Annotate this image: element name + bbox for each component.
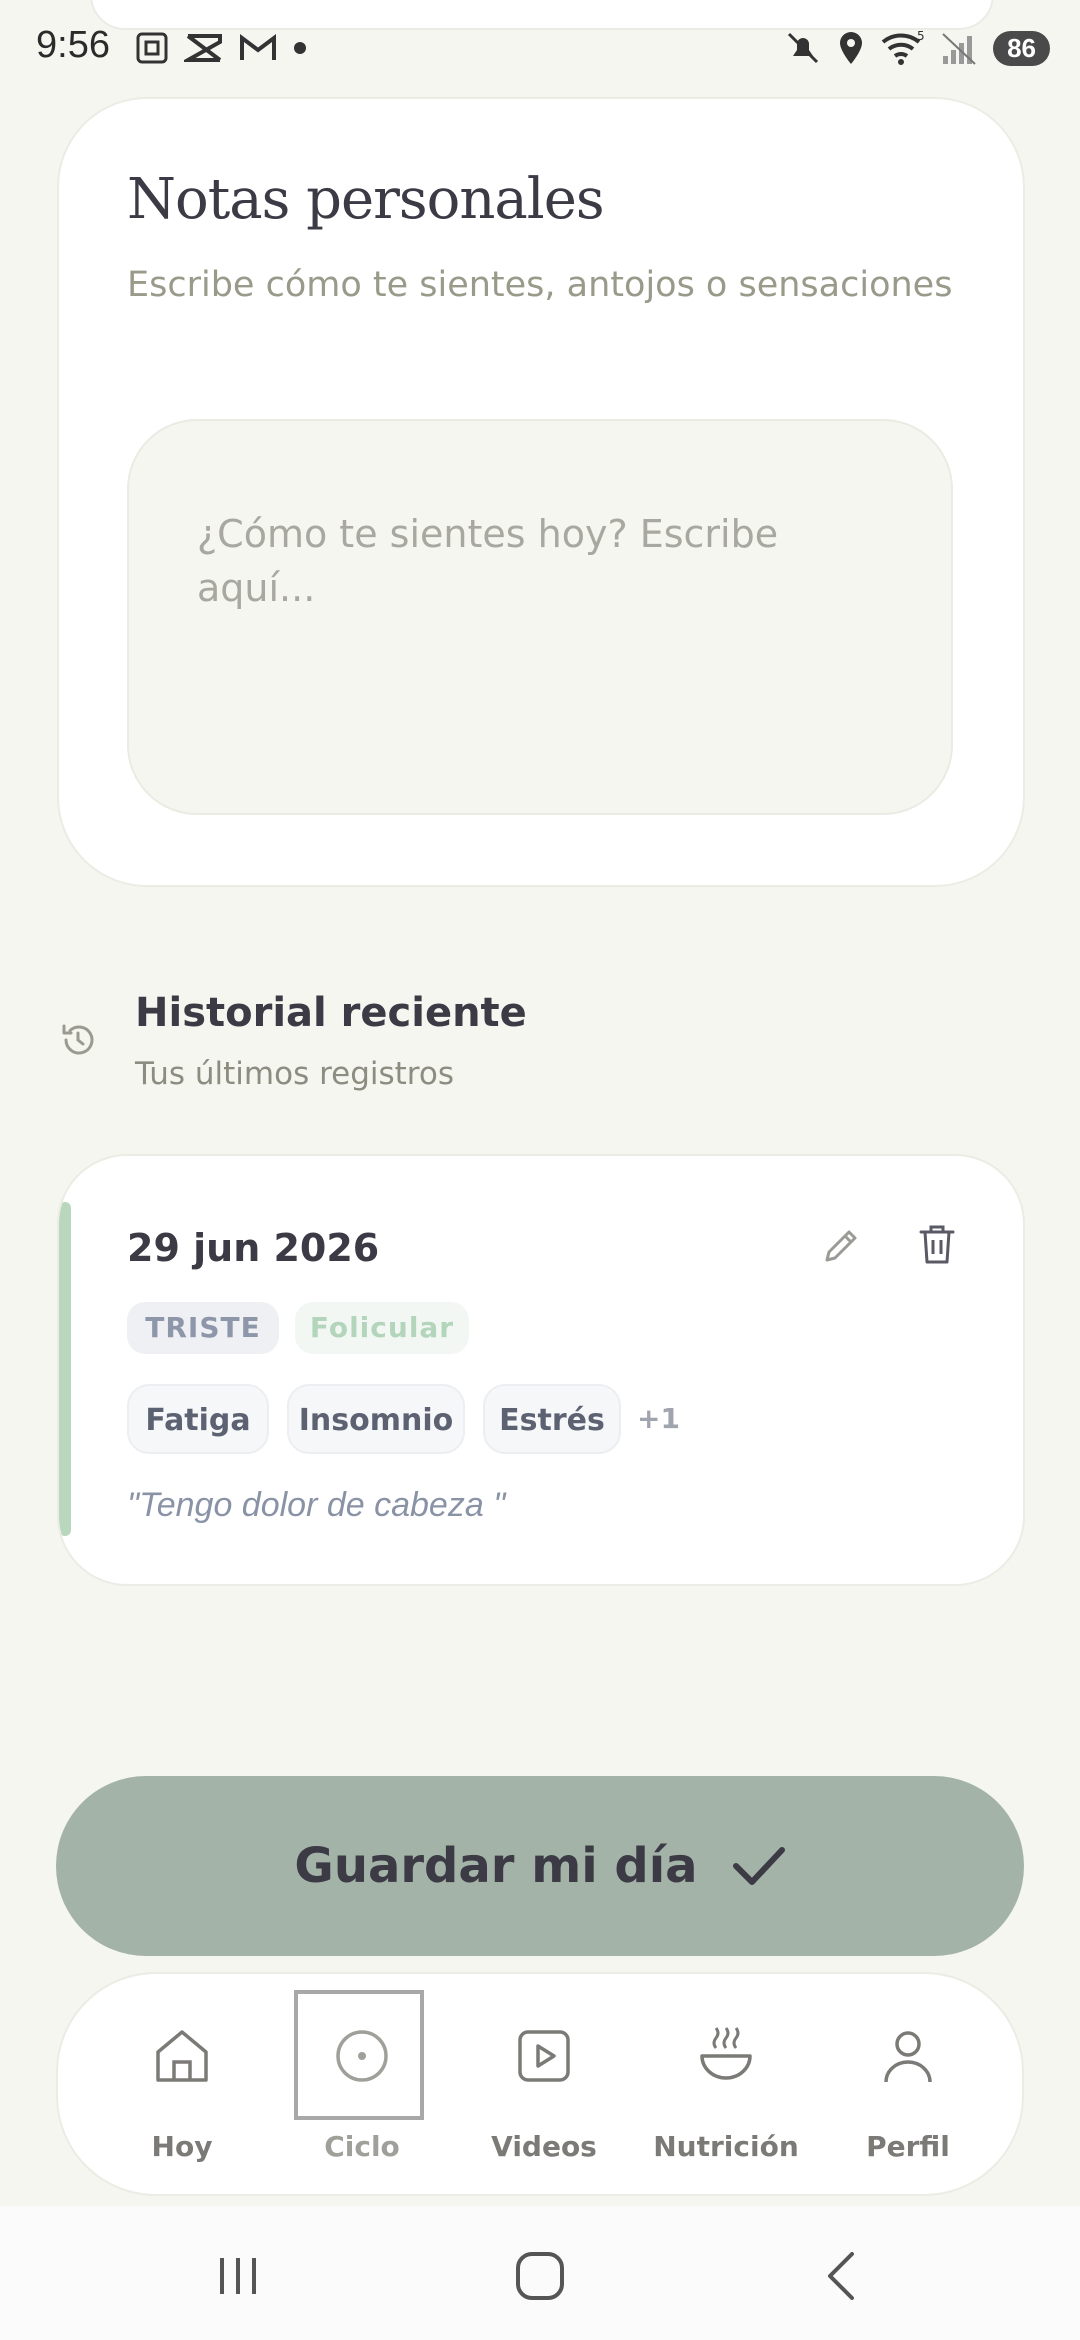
mute-icon xyxy=(788,32,819,64)
symptom-chip: Insomnio xyxy=(287,1384,465,1454)
status-time: 9:56 xyxy=(36,24,110,66)
bowl-icon xyxy=(700,2027,752,2080)
gmail-icon xyxy=(240,34,276,60)
user-icon xyxy=(884,2031,932,2083)
status-bar: 9:56 5 86 xyxy=(0,0,1080,100)
home-button-icon[interactable] xyxy=(510,2246,570,2306)
nav-label: Nutrición xyxy=(653,2130,799,2163)
entry-note: "Tengo dolor de cabeza " xyxy=(127,1486,506,1524)
previous-card-edge xyxy=(90,0,994,30)
nav-label: Videos xyxy=(491,2130,597,2163)
entry-date: 29 jun 2026 xyxy=(127,1226,380,1270)
screenshot-icon xyxy=(136,32,168,64)
nav-item-nutricion[interactable]: Nutrición xyxy=(636,1974,816,2198)
nav-item-hoy[interactable]: Hoy xyxy=(92,1974,272,2198)
nav-label: Hoy xyxy=(151,2130,213,2163)
save-day-label: Guardar mi día xyxy=(294,1838,698,1894)
dot-icon xyxy=(294,42,306,54)
phase-accent-bar xyxy=(59,1202,71,1536)
nav-item-perfil[interactable]: Perfil xyxy=(818,1974,998,2198)
video-icon xyxy=(518,2030,570,2082)
history-subtitle: Tus últimos registros xyxy=(135,1056,454,1092)
symptom-chip: Fatiga xyxy=(127,1384,269,1454)
cycle-icon xyxy=(336,2030,388,2082)
back-icon[interactable] xyxy=(812,2246,872,2306)
edit-icon[interactable] xyxy=(819,1224,863,1268)
nav-label: Ciclo xyxy=(324,2130,400,2163)
location-icon xyxy=(840,32,863,64)
recent-apps-icon[interactable] xyxy=(208,2246,268,2306)
symptom-chip: Estrés xyxy=(483,1384,621,1454)
capcut-icon xyxy=(184,34,222,62)
save-day-button[interactable]: Guardar mi día xyxy=(56,1776,1024,1956)
nav-label: Perfil xyxy=(866,2130,950,2163)
signal-icon xyxy=(942,33,976,65)
trash-icon[interactable] xyxy=(915,1222,959,1268)
nav-item-videos[interactable]: Videos xyxy=(454,1974,634,2198)
notes-textarea[interactable]: ¿Cómo te sientes hoy? Escribe aquí... xyxy=(127,419,953,815)
history-title: Historial reciente xyxy=(135,990,527,1036)
more-symptoms-count: +1 xyxy=(637,1402,680,1435)
system-status-icons: 5 86 xyxy=(785,30,1050,66)
home-icon xyxy=(156,2030,208,2082)
history-entry-card[interactable]: 29 jun 2026 TRISTE Folicular Fatiga Inso… xyxy=(57,1154,1025,1586)
bottom-navigation: Hoy Ciclo Videos Nutrición Perfil xyxy=(56,1972,1024,2196)
notes-subtitle: Escribe cómo te sientes, antojos o sensa… xyxy=(127,265,953,305)
battery-indicator: 86 xyxy=(993,30,1050,66)
history-icon xyxy=(62,1024,94,1055)
phase-tag: Folicular xyxy=(295,1302,469,1354)
system-navigation-bar xyxy=(0,2206,1080,2340)
notes-title: Notas personales xyxy=(127,167,605,232)
check-icon xyxy=(732,1847,785,1885)
notification-icons xyxy=(134,30,308,66)
mood-tag: TRISTE xyxy=(127,1302,279,1354)
nav-item-ciclo[interactable]: Ciclo xyxy=(272,1974,452,2198)
svg-text:5: 5 xyxy=(917,30,925,43)
wifi-icon: 5 xyxy=(881,30,925,65)
notes-card: Notas personales Escribe cómo te sientes… xyxy=(57,97,1025,887)
